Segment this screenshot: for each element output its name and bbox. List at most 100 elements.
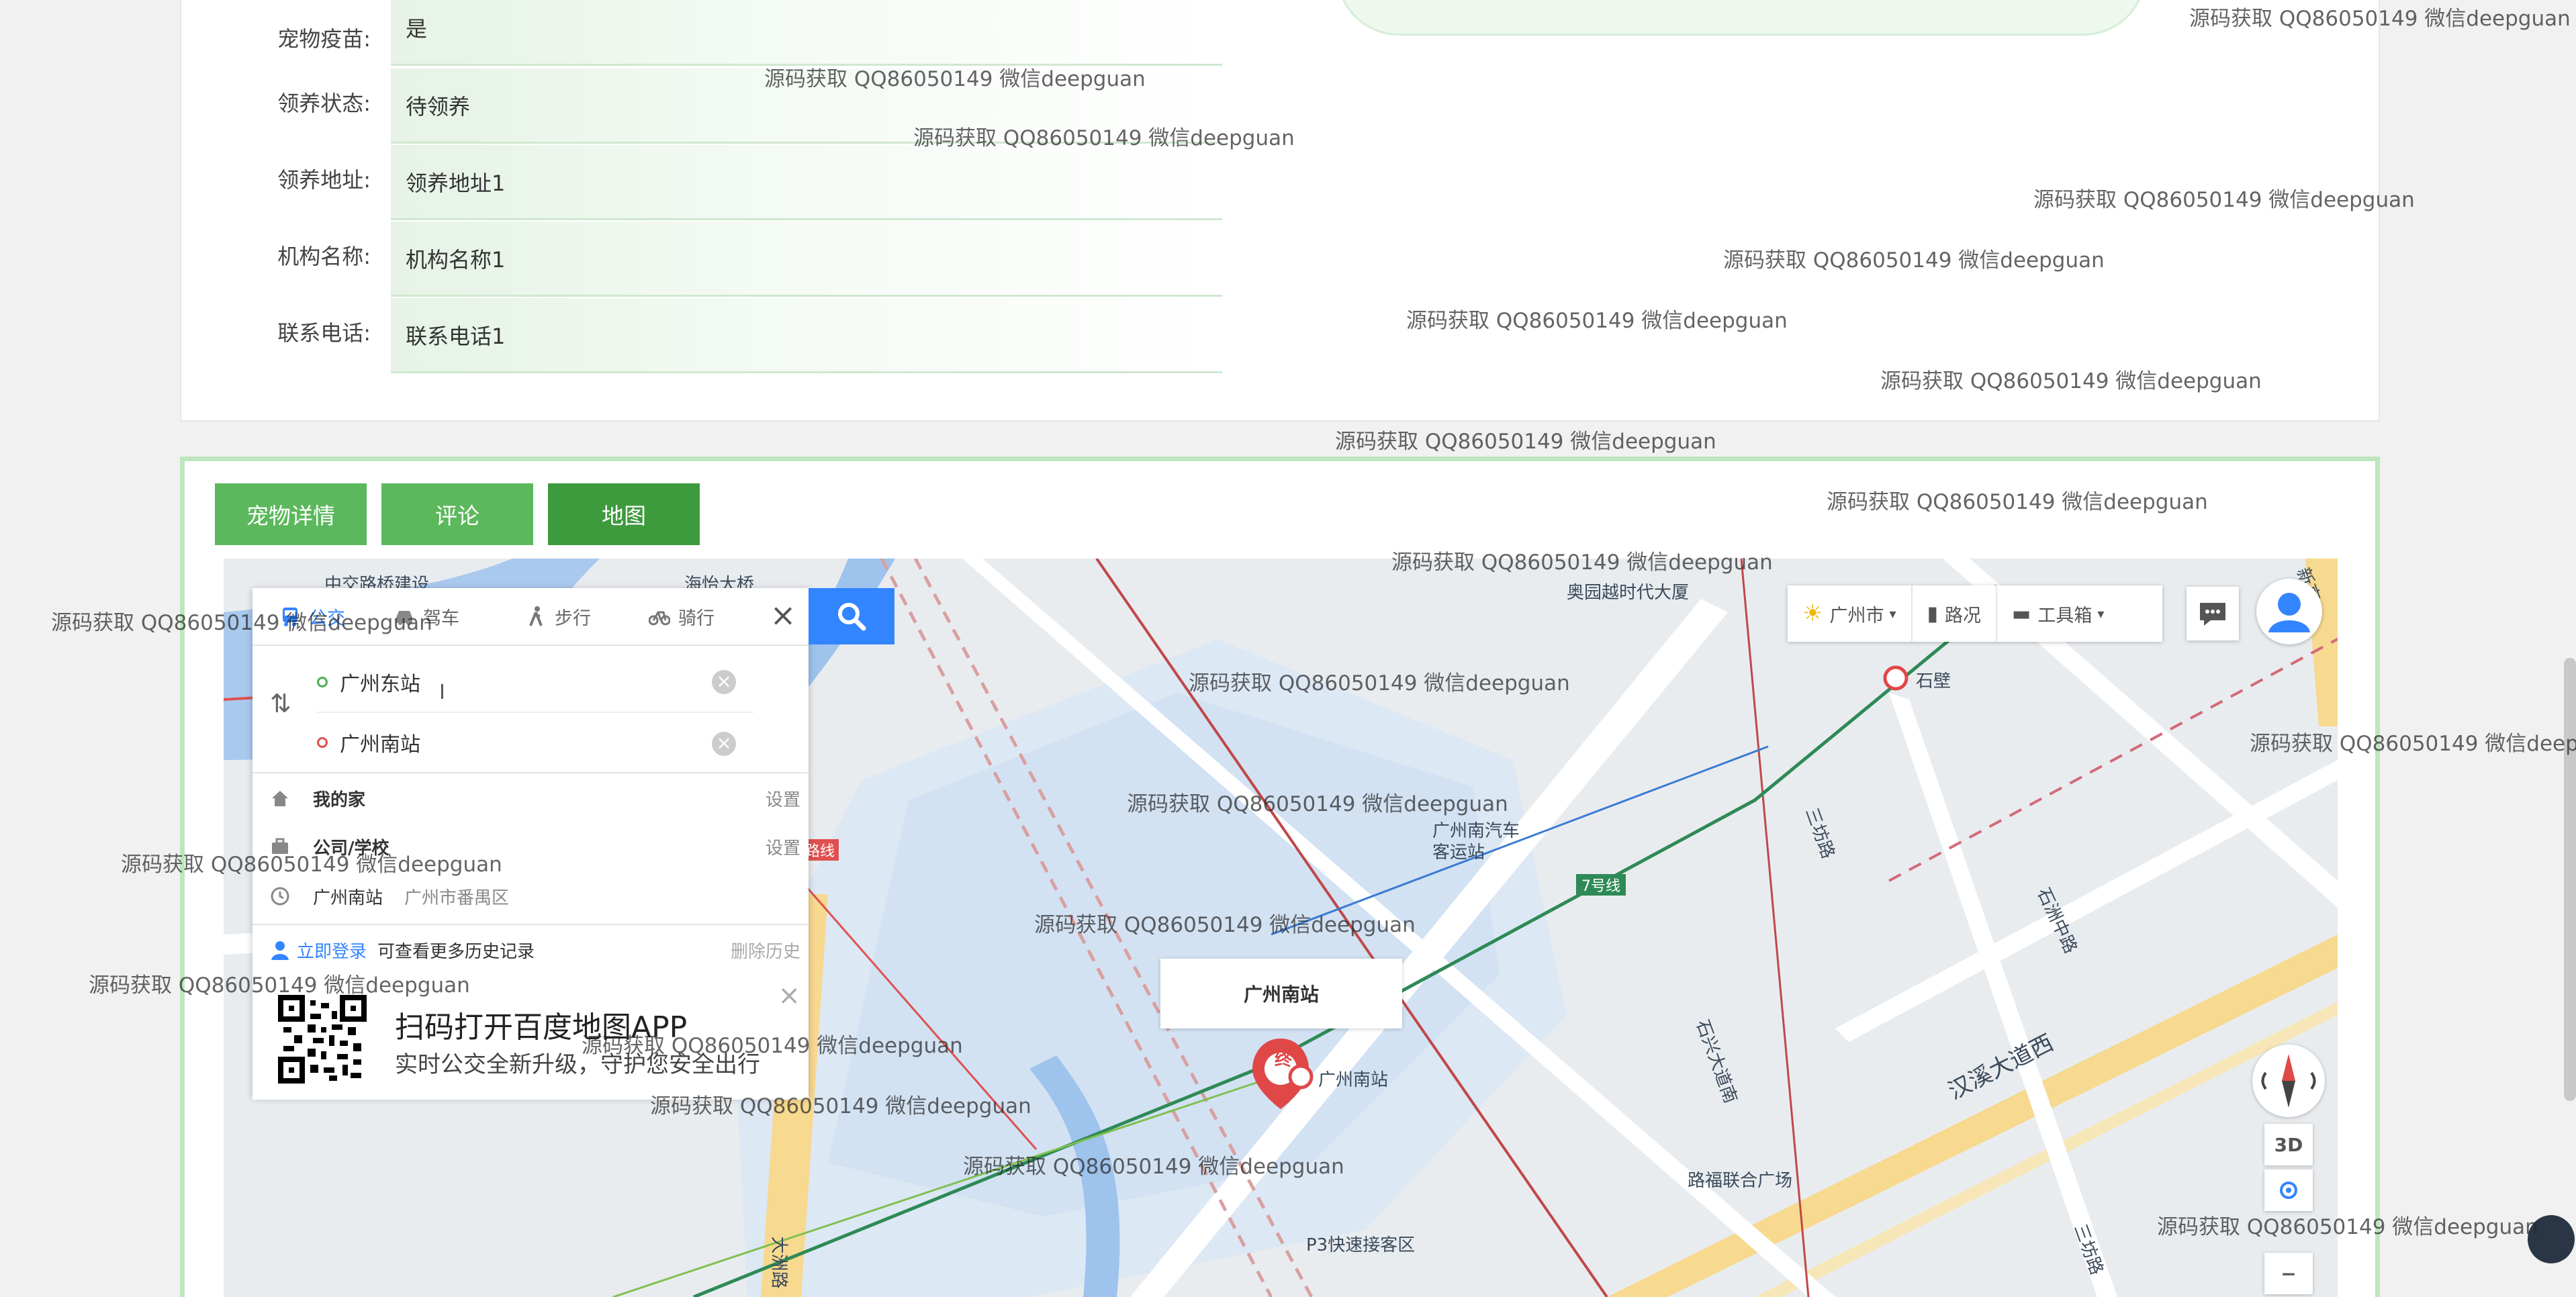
start-input[interactable]: 广州东站 (317, 653, 753, 713)
watermark: 源码获取 QQ86050149 微信deepguan (1189, 671, 1570, 695)
clear-history-link[interactable]: 删除历史 (731, 925, 800, 975)
watermark: 源码获取 QQ86050149 微信deepguan (1034, 913, 1416, 937)
chevron-down-icon: ▾ (2097, 606, 2105, 622)
phone-label: 联系电话: (277, 320, 371, 346)
traffic-light-icon: ▮ (1927, 602, 1939, 626)
sun-icon: ☀ (1802, 600, 1823, 627)
tab-comments[interactable]: 评论 (381, 483, 533, 545)
login-row: 立即登录 可查看更多历史记录 删除历史 (252, 924, 809, 975)
adopt-status-label: 领养状态: (277, 91, 371, 116)
city-selector[interactable]: ☀ 广州市 ▾ (1788, 585, 1913, 642)
watermark: 源码获取 QQ86050149 微信deepguan (582, 1034, 963, 1058)
qr-code-icon (278, 995, 367, 1084)
station-popup[interactable]: 广州南站 (1160, 959, 1402, 1028)
mode-bike[interactable]: 骑行 (649, 588, 715, 644)
watermark: 源码获取 QQ86050149 微信deepguan (1391, 550, 1773, 575)
watermark: 源码获取 QQ86050149 微信deepguan (650, 1094, 1031, 1118)
watermark: 源码获取 QQ86050149 微信deepguan (1723, 248, 2105, 273)
tab-map[interactable]: 地图 (548, 483, 700, 545)
watermark: 源码获取 QQ86050149 微信deepguan (2250, 732, 2576, 756)
end-input-value: 广州南站 (340, 733, 420, 757)
chevron-down-icon: ▾ (1889, 606, 1896, 622)
watermark: 源码获取 QQ86050149 微信deepguan (1127, 792, 1508, 816)
login-link[interactable]: 立即登录 (297, 925, 367, 975)
compass-icon (2261, 1054, 2316, 1108)
detail-row-org-name: 机构名称: 机构名称1 (210, 218, 1222, 297)
toolbox-button[interactable]: ▬ 工具箱 ▾ (1997, 585, 2119, 642)
traffic-button[interactable]: ▮ 路况 (1913, 585, 1998, 642)
start-input-value: 广州东站 (340, 673, 420, 696)
toolbox-label: 工具箱 (2037, 605, 2092, 626)
compass-control[interactable] (2252, 1045, 2325, 1117)
user-icon (271, 941, 289, 960)
avatar-icon (2268, 593, 2310, 632)
watermark: 源码获取 QQ86050149 微信deepguan (1335, 430, 1716, 454)
close-icon[interactable]: × (767, 599, 799, 632)
mode-walk-label: 步行 (555, 608, 591, 629)
map-toolbar: ☀ 广州市 ▾ ▮ 路况 ▬ 工具箱 ▾ (1788, 585, 2162, 642)
vaccine-value: 是 (391, 0, 1222, 66)
3d-toggle-button[interactable]: 3D (2264, 1124, 2313, 1165)
home-set-link[interactable]: 设置 (766, 773, 800, 823)
watermark: 源码获取 QQ86050149 微信deepguan (2033, 188, 2415, 212)
end-dot-icon (317, 737, 328, 748)
map-label-guangzhou-south: 广州南站 (1318, 1070, 1389, 1090)
route-end-marker[interactable]: 终 (1275, 1046, 1292, 1071)
home-label: 我的家 (313, 789, 366, 810)
history-place: 广州南站 (313, 887, 383, 908)
watermark: 源码获取 QQ86050149 微信deepguan (963, 1155, 1344, 1179)
swap-icon[interactable]: ⇅ (270, 689, 291, 718)
detail-row-adopt-address: 领养地址: 领养地址1 (210, 141, 1222, 220)
tab-pet-detail[interactable]: 宠物详情 (215, 483, 367, 545)
toolbox-icon: ▬ (2012, 602, 2031, 626)
locate-icon (2280, 1182, 2297, 1199)
watermark: 源码获取 QQ86050149 微信deepguan (764, 67, 1146, 91)
message-button[interactable] (2187, 587, 2239, 640)
walk-icon (529, 606, 543, 626)
watermark: 源码获取 QQ86050149 微信deepguan (2189, 7, 2571, 31)
map-label-shibi: 石壁 (1916, 671, 1951, 691)
watermark: 源码获取 QQ86050149 微信deepguan (121, 853, 502, 877)
phone-value: 联系电话1 (391, 298, 1222, 373)
history-item[interactable]: 广州南站 广州市番禺区 (252, 871, 809, 921)
home-row[interactable]: 我的家 设置 (252, 772, 809, 823)
start-dot-icon (317, 677, 328, 687)
city-label: 广州市 (1829, 605, 1884, 626)
watermark: 源码获取 QQ86050149 微信deepguan (1827, 490, 2208, 514)
map-label-dazhou: 大洲路 (768, 1236, 789, 1289)
zoom-out-button[interactable]: − (2264, 1253, 2313, 1294)
page-scrollbar[interactable] (2564, 658, 2576, 1101)
locate-button[interactable] (2264, 1169, 2313, 1211)
work-set-link[interactable]: 设置 (766, 822, 800, 871)
qr-close-icon[interactable]: × (778, 980, 800, 1011)
org-name-value: 机构名称1 (391, 222, 1222, 297)
clear-end-icon[interactable]: × (712, 732, 736, 756)
search-icon (838, 603, 866, 631)
login-hint: 可查看更多历史记录 (377, 941, 535, 962)
detail-row-phone: 联系电话: 联系电话1 (210, 294, 1222, 373)
adopt-address-label: 领养地址: (277, 167, 371, 193)
map-label-line7: 7号线 (1576, 874, 1626, 896)
clock-icon (271, 887, 289, 906)
route-search-button[interactable] (809, 588, 894, 644)
org-name-label: 机构名称: (277, 244, 371, 269)
adopt-address-value: 领养地址1 (391, 145, 1222, 220)
pet-image-frame (1336, 0, 2146, 36)
home-icon (272, 791, 288, 806)
clear-start-icon[interactable]: × (712, 670, 736, 694)
watermark: 源码获取 QQ86050149 微信deepguan (913, 126, 1295, 150)
watermark: 源码获取 QQ86050149 微信deepguan (2157, 1215, 2538, 1239)
traffic-label: 路况 (1945, 605, 1982, 626)
map-label-p3: P3快速接客区 (1306, 1235, 1416, 1255)
map-label-bus-station: 广州南汽车客运站 (1432, 821, 1520, 863)
map-label-aoyuan: 奥园越时代大厦 (1567, 583, 1690, 603)
message-icon (2200, 603, 2225, 626)
history-district: 广州市番禺区 (404, 887, 510, 908)
watermark: 源码获取 QQ86050149 微信deepguan (51, 611, 432, 635)
user-avatar-button[interactable] (2256, 579, 2322, 644)
watermark: 源码获取 QQ86050149 微信deepguan (1880, 369, 2262, 393)
watermark: 源码获取 QQ86050149 微信deepguan (89, 973, 470, 998)
mode-walk[interactable]: 步行 (525, 588, 591, 644)
end-input[interactable]: 广州南站 (317, 713, 753, 772)
bike-icon (649, 611, 670, 626)
